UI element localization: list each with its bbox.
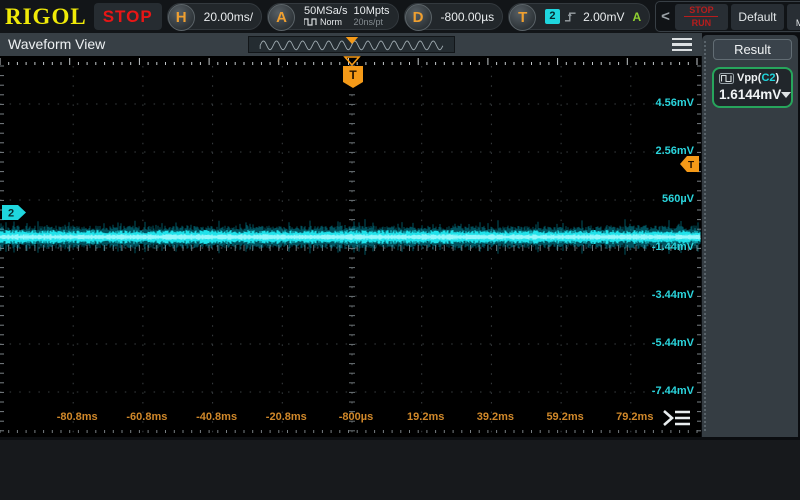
rail-scroll-left[interactable]: < (659, 8, 672, 25)
default-label: Default (738, 10, 776, 24)
voltage-label-1: 2.56mV (598, 145, 694, 157)
horizontal-scale-group[interactable]: H 20.00ms/ (167, 3, 262, 30)
trigger-knob[interactable]: T (509, 4, 536, 31)
trigger-level-value: 2.00mV (583, 10, 624, 24)
trigger-sweep-mode: A (632, 10, 641, 24)
top-toolbar: RIGOL STOP H 20.00ms/ A 50MSa/s Norm 10M… (0, 0, 800, 33)
voltage-label-2: 560µV (598, 193, 694, 205)
channel2-offset-marker[interactable]: 2 (2, 205, 26, 220)
waveform-view-title: Waveform View (8, 36, 105, 52)
horizontal-scale-value: 20.00ms/ (198, 10, 253, 24)
svg-text:2: 2 (8, 208, 14, 220)
waveform-view-header: Waveform View (0, 33, 702, 56)
default-button[interactable]: Default (731, 4, 784, 30)
horizontal-position-value: -800.00µs (435, 10, 495, 24)
voltage-label-3: -1.44mV (598, 241, 694, 253)
time-label-6: 39.2ms (460, 411, 530, 423)
svg-text:T: T (688, 160, 694, 171)
voltage-label-6: -7.44mV (598, 385, 694, 397)
acquire-mode-icon (304, 18, 317, 26)
svg-text:T: T (349, 68, 357, 82)
timebase-overview-strip[interactable] (248, 36, 455, 53)
measurement-dropdown-caret[interactable] (781, 92, 791, 98)
memory-depth: 10Mpts (353, 6, 389, 17)
time-label-0: -80.8ms (42, 411, 112, 423)
time-label-7: 59.2ms (530, 411, 600, 423)
measure-button[interactable]: Measure (787, 4, 800, 30)
time-label-3: -20.8ms (251, 411, 321, 423)
waveform-menu-icon[interactable] (672, 38, 692, 51)
voltage-label-5: -5.44mV (598, 337, 694, 349)
grid-canvas: T 2 T (0, 56, 701, 437)
acquire-knob[interactable]: A (268, 4, 295, 31)
quick-button-rail: < STOP RUN Default Measure Flex Knob > (655, 1, 800, 32)
result-panel-title: Result (713, 39, 792, 60)
voltage-label-0: 4.56mV (598, 97, 694, 109)
trigger-level-marker[interactable]: T (680, 156, 699, 172)
measurement-item-vpp[interactable]: Vpp(C2) 1.6144mV (712, 67, 793, 108)
time-label-1: -60.8ms (112, 411, 182, 423)
vpp-measure-icon (719, 73, 734, 84)
result-panel: Result Vpp(C2) 1.6144mV (702, 35, 798, 437)
time-label-8: 79.2ms (600, 411, 670, 423)
trigger-position-mini-icon[interactable] (346, 37, 358, 44)
time-label-2: -40.8ms (182, 411, 252, 423)
bottom-status-bar: CH1200.00mV/0.00VCH22.00mV/1.44mVBwCH350… (0, 440, 800, 500)
trigger-group[interactable]: T 2 2.00mV A (508, 3, 650, 30)
acquire-mode: Norm (320, 17, 342, 28)
delay-knob[interactable]: D (405, 4, 432, 31)
stop-run-button[interactable]: STOP RUN (675, 4, 728, 30)
time-per-point: 20ns/pt (353, 17, 389, 28)
trigger-source-badge: 2 (545, 9, 559, 24)
rigol-logo: RIGOL (3, 4, 89, 30)
time-label-5: 19.2ms (391, 411, 461, 423)
acquisition-group[interactable]: A 50MSa/s Norm 10Mpts 20ns/pt (267, 3, 399, 30)
horizontal-knob[interactable]: H (168, 4, 195, 31)
sample-rate: 50MSa/s (304, 6, 347, 17)
measurement-channel: C2 (761, 72, 775, 84)
measure-label: Measure (796, 18, 800, 28)
horizontal-position-group[interactable]: D -800.00µs (404, 3, 504, 30)
trigger-position-flag[interactable]: T (343, 66, 363, 88)
measurement-label: Vpp(C2) (737, 72, 779, 84)
measurement-value: 1.6144mV (719, 87, 781, 102)
voltage-label-4: -3.44mV (598, 289, 694, 301)
results-expand-icon[interactable] (661, 407, 693, 429)
trigger-slope-icon (564, 10, 578, 24)
acquisition-status-stop[interactable]: STOP (94, 3, 162, 30)
waveform-display-area[interactable]: T 2 T -80.8ms-60.8ms-40.8ms-20.8ms-800µs… (0, 56, 701, 437)
time-label-4: -800µs (321, 411, 391, 423)
result-panel-resize-handle[interactable] (704, 41, 707, 431)
